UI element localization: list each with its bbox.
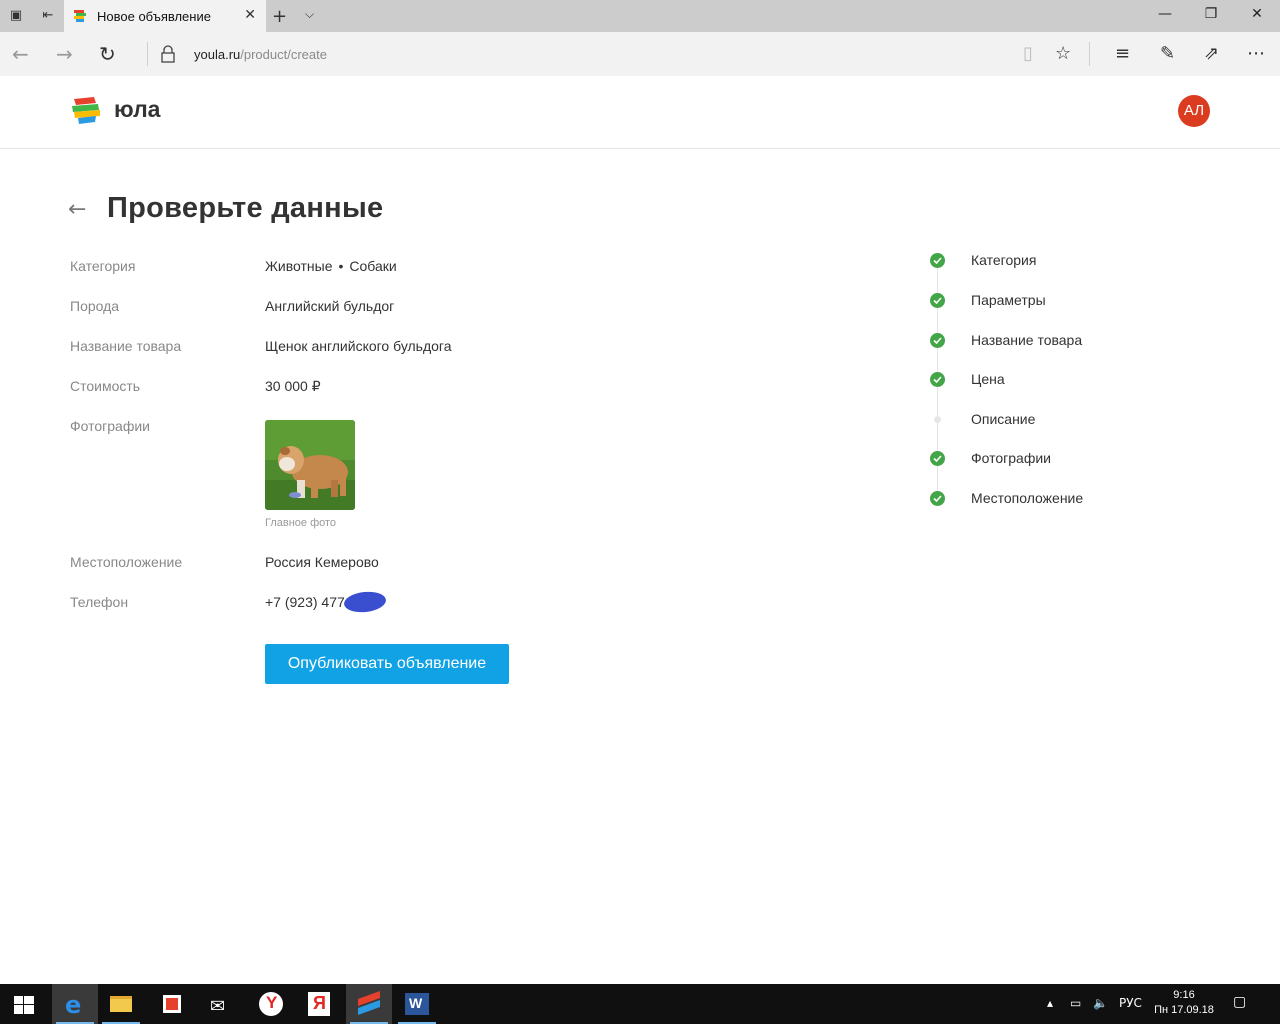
minimize-icon[interactable]: — [1155,6,1175,22]
step-label: Цена [971,371,1005,387]
category-value: Животные • Собаки [265,258,397,274]
reading-view-icon[interactable]: ▯ [1023,43,1033,64]
mail-taskbar-icon[interactable]: ✉ [198,984,244,1024]
back-icon[interactable]: ← [12,43,29,65]
location-value: Россия Кемерово [265,554,379,570]
window-close-icon[interactable]: ✕ [1247,6,1267,22]
step-label: Местоположение [971,490,1084,506]
location-label: Местоположение [70,554,183,570]
refresh-icon[interactable]: ↻ [99,43,116,65]
new-tab-icon[interactable]: + [272,6,287,27]
windows-taskbar: e ✉ Y Я W ▴ ▭ 🔈 РУС 9:16 Пн 17.09.18 ▢ [0,984,1280,1024]
site-header: юла АЛ [0,76,1280,149]
category-label: Категория [70,258,136,274]
product-name-value: Щенок английского бульдога [265,338,452,354]
browser-tab[interactable]: Новое объявление ✕ [64,0,266,32]
category-sub: Собаки [349,258,397,274]
network-icon[interactable]: ▭ [1070,996,1081,1010]
tabs-aside-icon[interactable]: ▣ [8,8,24,24]
volume-icon[interactable]: 🔈 [1093,996,1108,1010]
page-title: Проверьте данные [107,192,384,224]
tab-close-icon[interactable]: ✕ [244,7,256,23]
breed-value: Английский бульдог [265,298,395,314]
photos-label: Фотографии [70,418,151,434]
main-photo-thumbnail[interactable] [265,420,355,510]
language-indicator[interactable]: РУС [1119,996,1142,1010]
browser-nav-bar: ← → ↻ youla.ru/product/create ▯ ☆ ≡ ✎ ⇗ … [0,32,1280,76]
main-photo-caption: Главное фото [265,517,337,529]
edge-taskbar-icon[interactable]: e [52,984,98,1024]
app-taskbar-icon[interactable] [346,984,392,1024]
hub-icon[interactable]: ≡ [1115,43,1130,64]
price-value: 30 000 ₽ [265,378,321,394]
store-taskbar-icon[interactable] [148,984,194,1024]
address-field[interactable]: youla.ru/product/create [194,47,327,62]
check-icon [930,372,945,387]
back-arrow-icon[interactable]: ← [68,197,86,222]
tray-chevron-icon[interactable]: ▴ [1047,996,1053,1010]
restore-icon[interactable]: ❐ [1201,6,1221,22]
check-icon [930,491,945,506]
browser-tab-strip: ▣ ⇤ Новое объявление ✕ + ⌵ — ❐ ✕ [0,0,1280,32]
phone-redaction-scribble [343,589,387,615]
url-path: /product/create [240,47,327,62]
notifications-icon[interactable]: ▢ [1233,994,1246,1010]
divider [1089,42,1090,66]
yandex-taskbar-icon[interactable]: Я [296,984,342,1024]
youla-logo-icon[interactable] [70,95,104,127]
divider [147,42,148,66]
breed-label: Порода [70,298,120,314]
phone-label: Телефон [70,594,129,610]
tab-title: Новое объявление [97,9,211,24]
word-taskbar-icon[interactable]: W [394,984,440,1024]
separator-dot: • [338,258,344,274]
product-name-label: Название товара [70,338,182,354]
windows-start-icon[interactable] [14,996,34,1014]
category-main: Животные [265,258,333,274]
set-tabs-aside-icon[interactable]: ⇤ [40,8,56,24]
share-icon[interactable]: ⇗ [1204,43,1219,64]
check-icon [930,451,945,466]
price-label: Стоимость [70,378,141,394]
chevron-down-icon[interactable]: ⌵ [305,7,314,22]
youla-favicon-icon [74,10,86,22]
clock-date: Пн 17.09.18 [1154,1004,1214,1016]
check-icon [930,333,945,348]
step-label: Описание [971,411,1036,427]
yandex-browser-taskbar-icon[interactable]: Y [248,984,294,1024]
step-label: Фотографии [971,450,1052,466]
url-host: youla.ru [194,47,241,62]
logo-text[interactable]: юла [114,96,160,123]
publish-button[interactable]: Опубликовать объявление [265,644,509,684]
clock[interactable]: 9:16 Пн 17.09.18 [1150,988,1218,1018]
lock-icon [161,45,175,63]
step-label: Категория [971,252,1037,268]
pending-dot-icon [934,416,941,423]
favorite-star-icon[interactable]: ☆ [1055,43,1071,64]
phone-value: +7 (923) 477- [265,594,350,610]
check-icon [930,253,945,268]
step-label: Название товара [971,332,1083,348]
more-icon[interactable]: ⋯ [1247,43,1265,64]
pen-icon[interactable]: ✎ [1160,43,1175,64]
step-label: Параметры [971,292,1046,308]
clock-time: 9:16 [1173,989,1195,1001]
check-icon [930,293,945,308]
avatar[interactable]: АЛ [1178,95,1210,127]
forward-icon[interactable]: → [56,43,73,65]
file-explorer-taskbar-icon[interactable] [98,984,144,1024]
